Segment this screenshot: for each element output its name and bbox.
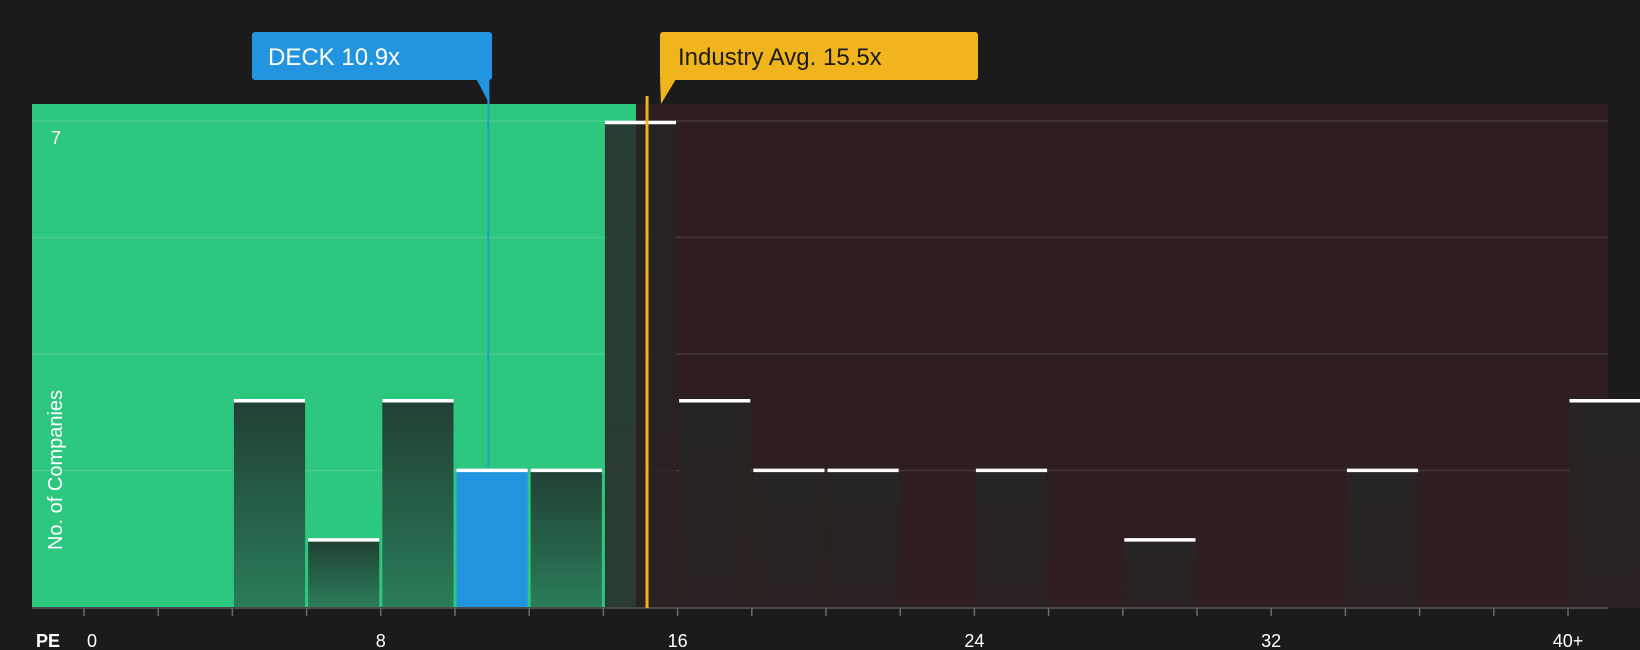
x-tick-label: 24 [964, 631, 984, 650]
histogram-bar [679, 399, 751, 608]
histogram-bar [827, 468, 899, 608]
histogram-bar [233, 399, 306, 608]
x-tick-label: 32 [1261, 631, 1281, 650]
x-tick-label: 16 [668, 631, 688, 650]
histogram-bar [308, 538, 380, 608]
y-axis-label: No. of Companies [45, 390, 67, 550]
histogram-bar [604, 121, 677, 608]
x-tick-label: 0 [87, 631, 97, 650]
x-axis-label: PE [36, 631, 60, 650]
industry-callout-label: Industry Avg. 15.5x [678, 44, 882, 71]
histogram-bar [753, 468, 825, 608]
histogram-bar [456, 468, 528, 608]
x-tick-label: 8 [376, 631, 386, 650]
histogram-bar [530, 468, 602, 608]
histogram-bar [1346, 468, 1419, 608]
pe-distribution-chart: 0 8 16 24 32 40+ No. of Companies 7 PE DECK 1… [0, 0, 1640, 650]
histogram-bar [1124, 538, 1196, 608]
company-callout-label: DECK 10.9x [268, 44, 400, 71]
y-tick-label-top: 7 [51, 128, 61, 148]
x-tick-label: 40+ [1553, 631, 1584, 650]
histogram-bar [975, 468, 1048, 608]
histogram-bar [1569, 399, 1640, 608]
histogram-bar [382, 399, 454, 608]
